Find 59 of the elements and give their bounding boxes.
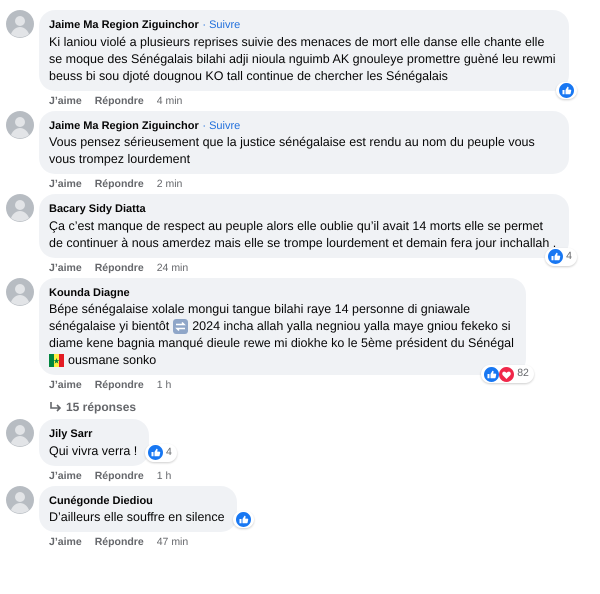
author-name[interactable]: Jaime Ma Region Ziguinchor (49, 120, 199, 132)
follow-link[interactable]: · Suivre (202, 120, 240, 132)
replies-link[interactable]: 15 réponses (39, 392, 136, 416)
reactions-badge[interactable]: 4 (145, 444, 177, 462)
avatar (6, 10, 34, 38)
avatar (6, 486, 34, 514)
reaction-count: 82 (516, 366, 530, 382)
timestamp: 24 min (156, 260, 188, 274)
comment-action[interactable]: J’aime (49, 535, 82, 549)
author-name[interactable]: Jaime Ma Region Ziguinchor (49, 19, 199, 31)
timestamp: 2 min (156, 177, 182, 191)
comment-text: 2024 incha allah yalla negniou yalla maye gniou fekeko si (192, 318, 511, 335)
comment-text: ousmane sonko (68, 352, 156, 369)
author-name[interactable]: Bacary Sidy Diatta (49, 203, 146, 215)
like-icon (236, 512, 251, 527)
comment-text: diame kene bagnia manqué dieule rewe mi diokhe ko le 5ème président du Sénégal (49, 335, 514, 352)
author-name[interactable]: Jily Sarr (49, 428, 92, 440)
comment-action[interactable]: Répondre (94, 535, 144, 549)
comment-action[interactable]: Répondre (94, 378, 144, 392)
comment-text: Qui vivra verra ! (49, 444, 138, 458)
follow-link[interactable]: · Suivre (202, 19, 240, 31)
comment-action[interactable]: J’aime (49, 177, 82, 191)
like-icon (484, 366, 500, 382)
like-icon (548, 249, 564, 264)
author-name[interactable]: Kounda Diagne (49, 286, 130, 298)
flag-icon (49, 353, 64, 368)
avatar (6, 194, 34, 222)
author-name[interactable]: Cunégonde Diediou (49, 494, 153, 506)
comment-action[interactable]: Répondre (94, 468, 144, 482)
comment-text: Bépe sénégalaise xolale mongui tangue bilahi raye 14 personne di gniawale (49, 301, 470, 318)
comment-action[interactable]: Répondre (94, 260, 144, 274)
comment-text: D’ailleurs elle souffre en silence (49, 510, 225, 524)
reactions-badge[interactable]: 82 (481, 365, 534, 383)
reaction-count: 4 (565, 248, 573, 264)
comment-text: Vous pensez sérieusement que la justice sénégalaise est rendu au nom du peuple vous vous trompez lourdement (49, 135, 535, 166)
comment-text: sénégalaise yi bientôt (49, 318, 170, 335)
comment-action[interactable]: J’aime (49, 94, 82, 108)
comment-action[interactable]: J’aime (49, 260, 82, 274)
timestamp: 4 min (156, 94, 182, 108)
arrows-icon (173, 319, 188, 334)
comment-action[interactable]: Répondre (94, 177, 144, 191)
comment-text: Ça c’est manque de respect au peuple alors elle oublie qu’il avait 14 morts elle se permet de continuer à nous amerdez mais elle se trompe lourdement et demain fera jour inchallah . (49, 218, 556, 250)
reaction-count: 4 (165, 444, 173, 460)
reactions-badge[interactable] (233, 511, 254, 528)
like-icon (559, 82, 574, 98)
timestamp: 1 h (156, 378, 172, 392)
avatar (6, 278, 34, 306)
timestamp: 1 h (156, 468, 172, 482)
comment-action[interactable]: J’aime (49, 378, 82, 392)
reply-arrow-icon (49, 401, 62, 413)
timestamp: 47 min (156, 535, 188, 549)
comment-text: Ki laniou violé a plusieurs reprises suivie des menaces de mort elle danse elle chante elle se moque des Sénégalais bilahi adji nioula nguimb AK gnouleye promettre guèné leu rewmi beuss bi sou djoté dougnou KO tall continue de chercher les Sénégalais (49, 34, 556, 82)
comment-action[interactable]: Répondre (94, 94, 144, 108)
comment-action[interactable]: J’aime (49, 468, 82, 482)
reactions-badge[interactable]: 4 (545, 248, 577, 266)
like-icon (148, 445, 163, 460)
avatar (6, 110, 34, 138)
reactions-badge[interactable] (556, 82, 577, 98)
avatar (6, 419, 34, 447)
